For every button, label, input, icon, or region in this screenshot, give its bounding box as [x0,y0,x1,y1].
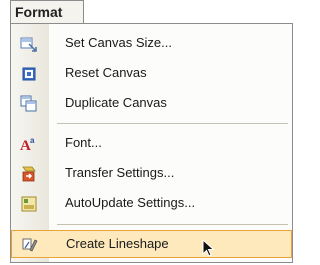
menu-item-label: Create Lineshape [66,236,169,251]
menu-item-label: Reset Canvas [65,65,147,80]
create-lineshape-icon [21,236,39,254]
format-dropdown-menu: Set Canvas Size... Reset Canvas Duplicat… [10,23,293,263]
menu-item-label: AutoUpdate Settings... [65,195,196,210]
menu-item-label: Set Canvas Size... [65,35,172,50]
menu-separator [57,224,288,225]
canvas-size-icon [20,35,38,53]
reset-canvas-icon [20,65,38,83]
menu-item-label: Font... [65,135,102,150]
menu-item-reset-canvas[interactable]: Reset Canvas [11,60,292,88]
svg-text:a: a [30,136,35,145]
menu-item-label: Duplicate Canvas [65,95,167,110]
menu-item-autoupdate-settings[interactable]: AutoUpdate Settings... [11,190,292,218]
font-icon: A a [20,135,38,154]
menu-bar: Format [0,0,296,24]
menu-separator [57,123,288,124]
mouse-pointer-icon [202,238,218,257]
autoupdate-settings-icon [20,195,38,213]
menu-item-set-canvas-size[interactable]: Set Canvas Size... [11,30,292,58]
transfer-settings-icon [20,165,38,183]
menu-item-create-lineshape[interactable]: Create Lineshape [11,230,292,258]
format-menu-title[interactable]: Format [10,0,84,24]
duplicate-canvas-icon [20,95,38,113]
menu-item-transfer-settings[interactable]: Transfer Settings... [11,160,292,188]
menu-item-label: Transfer Settings... [65,165,175,180]
menu-item-duplicate-canvas[interactable]: Duplicate Canvas [11,90,292,118]
menu-item-font[interactable]: A a Font... [11,130,292,158]
